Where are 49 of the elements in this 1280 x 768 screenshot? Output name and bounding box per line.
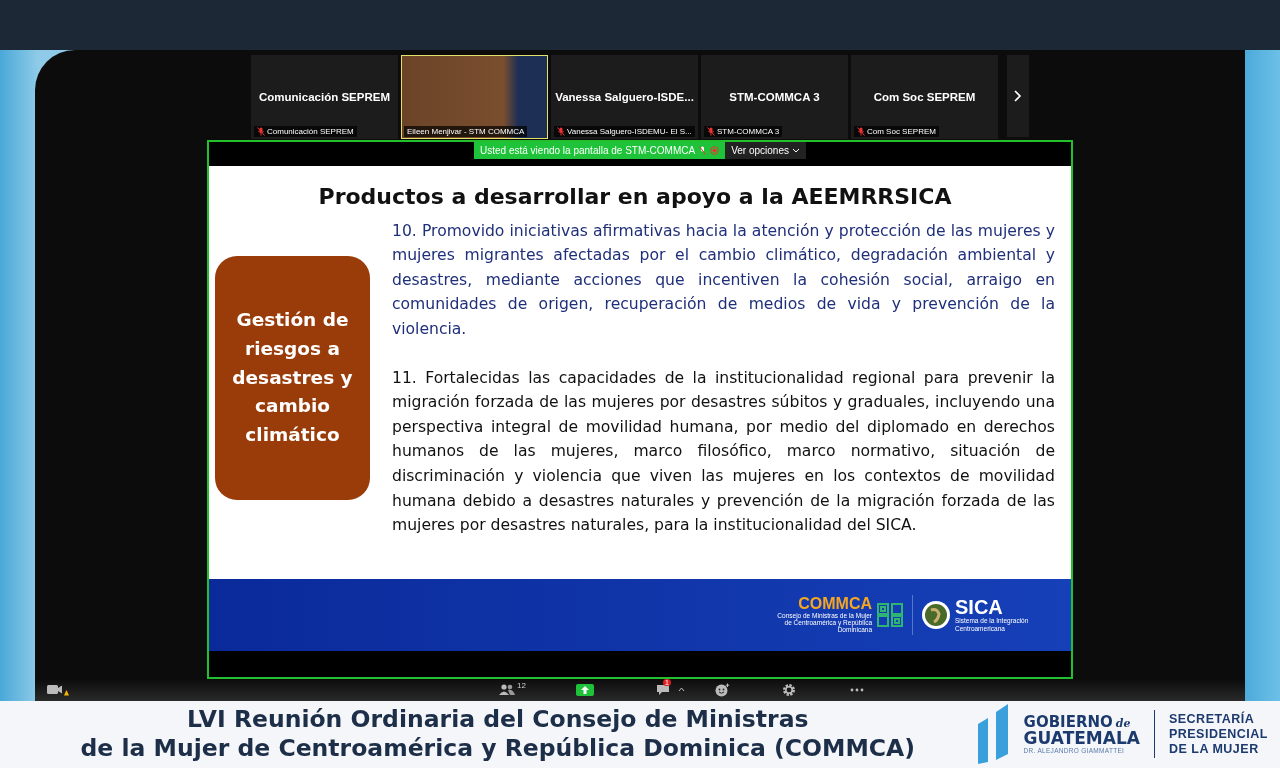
participant-label-text: Vanessa Salguero-ISDEMU- El S... bbox=[567, 126, 692, 136]
participant-tile[interactable]: Com Soc SEPREM Com Soc SEPREM bbox=[851, 54, 998, 139]
participant-name: Com Soc SEPREM bbox=[873, 90, 976, 103]
slide-title: Productos a desarrollar en apoyo a la AEEMRRSICA bbox=[318, 183, 952, 209]
chevron-down-icon bbox=[791, 147, 800, 153]
caret-up-icon[interactable] bbox=[677, 687, 685, 693]
sica-logo-text: SICA bbox=[955, 597, 1003, 618]
muted-microphone-icon bbox=[707, 126, 715, 136]
category-label: Gestión de riesgos a desastres y cambio climático bbox=[215, 256, 370, 501]
record-icon bbox=[710, 145, 720, 155]
video-tile[interactable]: Eileen Menjivar - STM COMMCA bbox=[401, 54, 548, 139]
muted-microphone-icon bbox=[257, 126, 265, 136]
slide-paragraph: 11. Fortalecidas las capacidades de la institucionalidad regional para prevenir la migración forzada de las mujeres por desastres súbitos y graduales, incluyendo una perspectiva integral de movilidad humana, por medio del diplomado en derechos humanos de las mujeres, marco filosófico, marco normativo, situación de discriminación y violencia que viven las mujeres en los contextos de movilidad humana debido a desastres naturales y prevención de la migración forzada de las mujeres por desastres naturales, para la institucionalidad del SICA. bbox=[392, 367, 1055, 537]
reaction-smiley-icon[interactable] bbox=[714, 682, 730, 697]
secretariat-name: PRESIDENCIAL bbox=[1168, 726, 1268, 742]
secretariat-name: SECRETARÍA bbox=[1168, 711, 1256, 727]
view-options-button[interactable]: Ver opciones bbox=[725, 141, 806, 159]
chat-icon[interactable] bbox=[655, 683, 670, 696]
event-title: LVI Reunión Ordinaria del Consejo de Ministras bbox=[187, 705, 809, 735]
country-name: GUATEMALA bbox=[1023, 729, 1140, 747]
muted-microphone-icon bbox=[557, 126, 565, 136]
share-screen-icon[interactable] bbox=[575, 683, 594, 696]
pillars-logo-icon bbox=[975, 704, 1010, 765]
participant-tile[interactable]: Vanessa Salguero-ISDE... Vanessa Salguero-ISDEMU- El S... bbox=[551, 54, 698, 139]
participant-label-text: Comunicación SEPREM bbox=[267, 126, 354, 136]
participant-tile[interactable]: STM-COMMCA 3 STM-COMMCA 3 bbox=[701, 54, 848, 139]
viewing-screen-text: Usted está viendo la pantalla de STM-COMMCA bbox=[480, 144, 696, 156]
settings-icon[interactable] bbox=[781, 682, 796, 697]
slide-paragraph: 10. Promovido iniciativas afirmativas hacia la atención y protección de las mujeres y mujeres migrantes afectadas por el cambio climático, degradación ambiental y desastres, mediante acciones que incentiven la cohesión social, arraigo en comunidades de origen, recuperación de medios de vida y prevención de la violencia. bbox=[392, 220, 1055, 340]
participant-tile[interactable]: Comunicación SEPREM Comunicación SEPREM bbox=[251, 54, 398, 139]
globe-emblem-icon bbox=[921, 599, 951, 630]
participant-label-text: Com Soc SEPREM bbox=[867, 126, 936, 136]
participants-count: 12 bbox=[517, 681, 526, 691]
event-title: de la Mujer de Centroamérica y República Dominica (COMMCA) bbox=[80, 734, 916, 764]
commca-logo-text: COMMCA bbox=[798, 595, 872, 612]
secretariat-name: DE LA MUJER bbox=[1168, 741, 1260, 757]
participant-name: Vanessa Salguero-ISDE... bbox=[555, 90, 694, 103]
chevron-right-icon bbox=[1014, 89, 1022, 102]
muted-microphone-icon bbox=[857, 126, 865, 136]
participants-icon[interactable] bbox=[499, 684, 515, 696]
microphone-icon bbox=[699, 145, 707, 155]
participant-label-text: STM-COMMCA 3 bbox=[717, 126, 780, 136]
knot-logo-icon bbox=[876, 601, 904, 628]
camera-warning-icon[interactable] bbox=[47, 683, 69, 696]
more-options-icon[interactable] bbox=[849, 687, 864, 692]
participant-name: Comunicación SEPREM bbox=[259, 90, 390, 103]
participant-name: STM-COMMCA 3 bbox=[729, 90, 820, 103]
participant-label-text: Eileen Menjivar - STM COMMCA bbox=[407, 126, 525, 136]
government-name: GOBIERNO de bbox=[1023, 714, 1132, 730]
